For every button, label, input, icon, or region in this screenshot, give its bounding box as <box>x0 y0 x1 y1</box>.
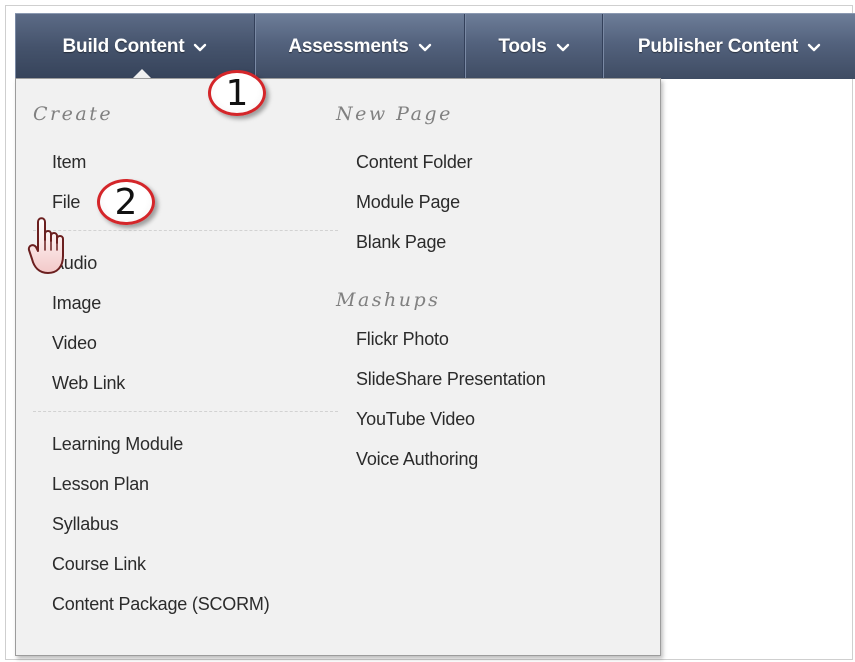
tab-tools[interactable]: Tools <box>465 14 603 79</box>
menu-item-blank-page[interactable]: Blank Page <box>356 232 446 253</box>
menu-item-video[interactable]: Video <box>52 333 97 354</box>
menu-item-content-folder[interactable]: Content Folder <box>356 152 472 173</box>
create-heading: Create <box>33 103 114 125</box>
menu-item-item[interactable]: Item <box>52 152 86 173</box>
menu-item-syllabus[interactable]: Syllabus <box>52 514 119 535</box>
tab-label: Build Content <box>62 35 185 57</box>
hand-pointer-icon <box>27 217 64 274</box>
chevron-down-icon <box>556 43 569 51</box>
tab-label: Tools <box>498 35 547 57</box>
callout-2: 2 <box>97 179 155 225</box>
tab-publisher-content[interactable]: Publisher Content <box>603 14 855 79</box>
menu-item-content-package[interactable]: Content Package (SCORM) <box>52 594 270 615</box>
menu-item-course-link[interactable]: Course Link <box>52 554 146 575</box>
tab-build-content[interactable]: Build Content <box>15 14 255 80</box>
menu-item-web-link[interactable]: Web Link <box>52 373 125 394</box>
callout-1: 1 <box>208 70 266 116</box>
menu-item-slideshare-presentation[interactable]: SlideShare Presentation <box>356 369 546 390</box>
menu-item-module-page[interactable]: Module Page <box>356 192 460 213</box>
menu-item-image[interactable]: Image <box>52 293 101 314</box>
mashups-heading: Mashups <box>336 289 441 311</box>
chevron-down-icon <box>807 43 821 51</box>
menu-divider <box>33 411 338 412</box>
menu-item-voice-authoring[interactable]: Voice Authoring <box>356 449 478 470</box>
chevron-down-icon <box>194 43 207 51</box>
menu-item-youtube-video[interactable]: YouTube Video <box>356 409 475 430</box>
tab-label: Publisher Content <box>637 35 799 57</box>
build-content-dropdown: Create Item File Audio Image Video Web L… <box>15 78 661 656</box>
new-page-heading: New Page <box>336 103 453 125</box>
chevron-down-icon <box>418 43 431 51</box>
menu-item-file[interactable]: File <box>52 192 80 213</box>
menu-item-flickr-photo[interactable]: Flickr Photo <box>356 329 449 350</box>
tab-assessments[interactable]: Assessments <box>255 14 465 79</box>
menu-divider <box>33 230 338 231</box>
menu-item-lesson-plan[interactable]: Lesson Plan <box>52 474 149 495</box>
menu-item-learning-module[interactable]: Learning Module <box>52 434 183 455</box>
course-menu-bar: Build Content Assessments Tools Publishe… <box>15 13 855 80</box>
tab-label: Assessments <box>288 35 409 57</box>
